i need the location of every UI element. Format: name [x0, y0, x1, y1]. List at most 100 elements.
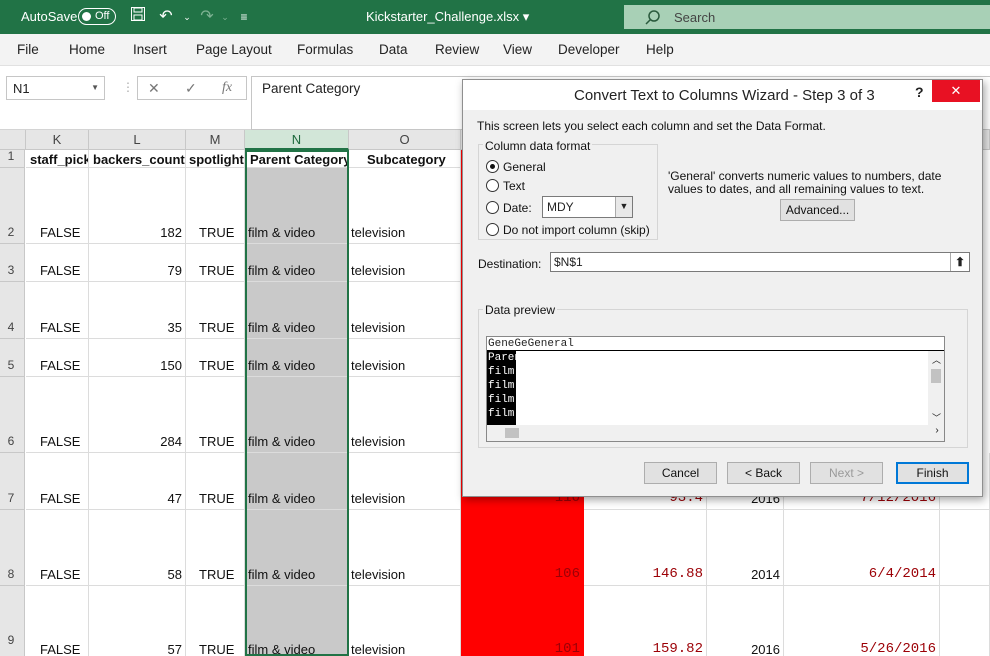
cell-selected[interactable]: film & video — [245, 339, 349, 377]
preview-horizontal-scrollbar[interactable]: › — [487, 425, 944, 441]
row-header[interactable]: 5 — [0, 339, 25, 377]
cell[interactable]: 150 — [89, 339, 186, 377]
close-button[interactable]: ✕ — [932, 80, 980, 102]
cell[interactable]: 146.88 — [584, 510, 707, 586]
row-header[interactable]: 9 — [0, 586, 25, 656]
red-fill-cell[interactable]: 101 — [461, 586, 584, 656]
cell[interactable]: FALSE — [26, 377, 89, 453]
undo-dropdown-icon[interactable]: ⌄ — [176, 6, 198, 28]
customize-qat-icon[interactable]: ≡ — [233, 6, 255, 28]
cell-selected[interactable]: film & video — [245, 453, 349, 510]
tab-review[interactable]: Review — [435, 42, 479, 57]
cell-selected[interactable]: film & video — [245, 244, 349, 282]
tab-page-layout[interactable]: Page Layout — [196, 42, 272, 57]
cell[interactable]: 47 — [89, 453, 186, 510]
cell[interactable]: television — [349, 510, 461, 586]
help-icon[interactable]: ? — [915, 84, 924, 100]
column-header-k[interactable]: K — [26, 130, 89, 150]
cell[interactable]: TRUE — [186, 377, 245, 453]
cell[interactable]: TRUE — [186, 339, 245, 377]
cell[interactable]: 182 — [89, 168, 186, 244]
cell[interactable] — [940, 586, 990, 656]
preview-header[interactable]: GeneGeGeneral — [487, 337, 944, 351]
cell[interactable]: 159.82 — [584, 586, 707, 656]
header-cell[interactable]: staff_pick — [26, 150, 89, 168]
row-header[interactable]: 8 — [0, 510, 25, 586]
cell[interactable]: 35 — [89, 282, 186, 339]
chevron-down-icon[interactable]: ▼ — [615, 197, 632, 217]
cell[interactable]: 58 — [89, 510, 186, 586]
radio-text-label[interactable]: Text — [503, 179, 525, 193]
radio-skip[interactable] — [486, 223, 499, 236]
scroll-down-icon[interactable]: ﹀ — [932, 411, 941, 424]
row-header[interactable]: 6 — [0, 377, 25, 453]
cell[interactable]: television — [349, 282, 461, 339]
chevron-down-icon[interactable]: ▼ — [91, 83, 99, 92]
radio-general-label[interactable]: General — [503, 160, 546, 174]
header-cell[interactable]: backers_count — [89, 150, 186, 168]
date-format-select[interactable]: MDY ▼ — [542, 196, 633, 218]
tab-insert[interactable]: Insert — [133, 42, 167, 57]
cell-selected[interactable]: film & video — [245, 586, 349, 656]
scroll-up-icon[interactable]: ︿ — [932, 353, 941, 366]
cell[interactable]: television — [349, 339, 461, 377]
cell[interactable]: 6/4/2014 — [784, 510, 940, 586]
cell[interactable]: TRUE — [186, 244, 245, 282]
tab-developer[interactable]: Developer — [558, 42, 620, 57]
cell-selected[interactable]: film & video — [245, 168, 349, 244]
radio-date-label[interactable]: Date: — [503, 201, 532, 215]
column-header-m[interactable]: M — [186, 130, 245, 150]
scroll-right-icon[interactable]: › — [934, 426, 940, 437]
radio-general[interactable] — [486, 160, 499, 173]
back-button[interactable]: < Back — [727, 462, 800, 484]
tab-home[interactable]: Home — [69, 42, 105, 57]
finish-button[interactable]: Finish — [896, 462, 969, 484]
radio-date[interactable] — [486, 201, 499, 214]
cell[interactable]: TRUE — [186, 168, 245, 244]
cell-selected[interactable]: film & video — [245, 510, 349, 586]
tab-view[interactable]: View — [503, 42, 532, 57]
cell[interactable] — [940, 510, 990, 586]
row-header[interactable]: 4 — [0, 282, 25, 339]
advanced-button[interactable]: Advanced... — [780, 199, 855, 221]
cell[interactable]: 2016 — [707, 586, 784, 656]
cell[interactable]: TRUE — [186, 510, 245, 586]
cell[interactable]: television — [349, 377, 461, 453]
preview-vertical-scrollbar[interactable]: ︿ ﹀ — [928, 351, 944, 427]
cell[interactable]: television — [349, 244, 461, 282]
autosave-toggle[interactable]: Off — [78, 8, 116, 25]
cell[interactable]: FALSE — [26, 510, 89, 586]
cell[interactable]: FALSE — [26, 168, 89, 244]
search-box[interactable]: Search — [624, 5, 990, 29]
cell[interactable]: television — [349, 168, 461, 244]
cell[interactable]: FALSE — [26, 282, 89, 339]
column-header-l[interactable]: L — [89, 130, 186, 150]
cell[interactable]: 284 — [89, 377, 186, 453]
cell[interactable]: TRUE — [186, 586, 245, 656]
radio-skip-label[interactable]: Do not import column (skip) — [503, 223, 650, 237]
red-fill-cell[interactable]: 106 — [461, 510, 584, 586]
cell[interactable]: FALSE — [26, 339, 89, 377]
cell[interactable]: TRUE — [186, 282, 245, 339]
cell[interactable]: television — [349, 453, 461, 510]
cell[interactable]: TRUE — [186, 453, 245, 510]
data-preview-pane[interactable]: GeneGeGeneral Parent Category film & vid… — [486, 336, 945, 442]
destination-input[interactable]: $N$1 ⬆ — [550, 252, 970, 272]
name-box[interactable]: N1 ▼ — [6, 76, 105, 100]
radio-text[interactable] — [486, 179, 499, 192]
header-cell[interactable]: spotlight — [186, 150, 245, 168]
cell[interactable]: 5/26/2016 — [784, 586, 940, 656]
undo-icon[interactable]: ↶ — [155, 6, 177, 28]
header-cell-active[interactable]: Parent Category — [245, 150, 349, 168]
select-all-corner[interactable] — [0, 130, 26, 150]
tab-file[interactable]: File — [17, 42, 39, 57]
column-header-o[interactable]: O — [349, 130, 461, 150]
cell[interactable]: FALSE — [26, 244, 89, 282]
tab-data[interactable]: Data — [379, 42, 408, 57]
tab-help[interactable]: Help — [646, 42, 674, 57]
cell-selected[interactable]: film & video — [245, 377, 349, 453]
row-header[interactable]: 1 — [0, 149, 25, 168]
collapse-dialog-icon[interactable]: ⬆ — [950, 253, 969, 271]
insert-function-icon[interactable]: fx — [222, 80, 232, 96]
cell[interactable]: FALSE — [26, 453, 89, 510]
